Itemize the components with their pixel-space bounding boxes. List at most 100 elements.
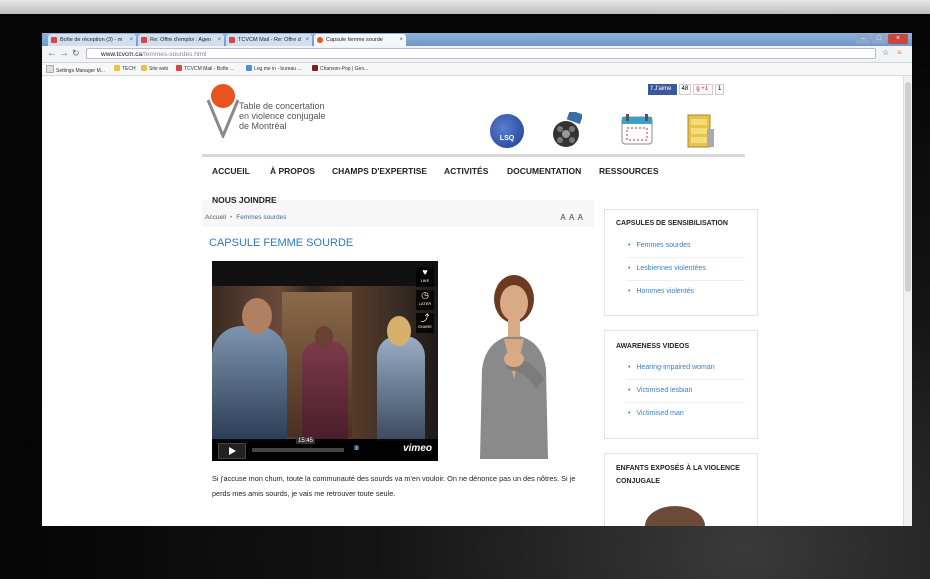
facebook-like-button[interactable]: f J'aime [648, 84, 677, 95]
lsq-label: LSQ [499, 135, 515, 142]
tab-inbox[interactable]: Boîte de réception (3) - m × [48, 34, 136, 46]
tab-capsule[interactable]: Capsule femme sourde × [314, 34, 406, 46]
close-icon[interactable]: × [217, 34, 221, 46]
p2-1 [302, 341, 348, 441]
bookmark-label: TECH [122, 66, 136, 72]
bookmark-site-web[interactable]: Site web [141, 65, 168, 73]
heart-icon: ♥ [422, 267, 428, 277]
like-video-button[interactable]: ♥ LIKE [416, 267, 434, 287]
share-video-button[interactable]: ⤴ SHARE [416, 313, 434, 333]
nav-item-a-propos[interactable]: À PROPOS [270, 166, 315, 176]
bookmark-tech[interactable]: TECH [114, 65, 136, 73]
address-bar[interactable]: www.tcvcm.ca/femmes-sourdes.html [86, 48, 876, 59]
sidebar-item-label: Hommes violentés [636, 288, 695, 295]
bookmark-label: Site web [149, 66, 169, 72]
scrollbar-thumb[interactable] [905, 82, 911, 292]
nav-item-ressources[interactable]: RESSOURCES [599, 166, 659, 176]
breadcrumb-home[interactable]: Accueil [205, 214, 226, 221]
forward-icon[interactable]: → [59, 48, 69, 59]
chanson-icon [312, 65, 318, 71]
sidebar-item-label: Lesbiennes violentées [636, 265, 706, 272]
vimeo-logo[interactable]: vimeo [403, 443, 432, 454]
head2-1 [315, 326, 333, 348]
video-progress-bar[interactable]: 15:45 [252, 438, 344, 452]
bookmark-label: Log me in - bureau ... [254, 66, 302, 72]
bookmark-settings[interactable]: Settings Manager M... [46, 65, 105, 75]
like-label: J'aime [654, 86, 672, 92]
tab-label: Capsule femme sourde [326, 37, 383, 43]
minimize-icon[interactable]: – [856, 34, 870, 44]
reload-icon[interactable]: ↻ [72, 48, 80, 59]
gplus-label: +1 [701, 86, 709, 92]
nav-item-documentation[interactable]: DOCUMENTATION [507, 166, 581, 176]
page-title: CAPSULE FEMME SOURDE [209, 237, 354, 249]
calendar-icon[interactable] [620, 112, 654, 146]
logo-text[interactable]: Table de concertation en violence conjug… [239, 101, 326, 131]
back-icon[interactable]: ← [47, 48, 57, 59]
sidebar-heading: ENFANTS EXPOSÉS À LA VIOLENCE CONJUGALE [616, 462, 740, 488]
tcvcm-logo-icon[interactable] [206, 82, 240, 138]
bookmark-logmein[interactable]: Log me in - bureau ... [246, 65, 302, 73]
film-reel-icon[interactable] [550, 112, 582, 150]
bullet-icon: • [628, 265, 631, 272]
breadcrumb-separator: • [229, 214, 233, 221]
logo-line: en violence conjugale [239, 111, 326, 121]
sidebar-heading: AWARENESS VIDEOS [616, 343, 690, 350]
sidebar-item-label: Victimised man [636, 410, 684, 417]
text-size-control[interactable]: A A A [560, 213, 584, 222]
sidebar-box-enfants: ENFANTS EXPOSÉS À LA VIOLENCE CONJUGALE [604, 453, 758, 526]
bookmark-tcvcm-mail[interactable]: TCVCM Mail - Boîte ... [176, 65, 234, 73]
sidebar-box-capsules: CAPSULES DE SENSIBILISATION • Femmes sour… [604, 209, 758, 316]
close-window-icon[interactable]: × [888, 34, 908, 44]
tab-tcvcm-mail[interactable]: TCVCM Mail - Re: Offre d × [226, 34, 312, 46]
video-player[interactable]: ♥ LIKE ◷ LATER ⤴ SHARE 15:45 IIIIII vimeo [212, 261, 438, 461]
gmail-icon [141, 37, 147, 43]
bookmark-label: TCVCM Mail - Boîte ... [184, 66, 235, 72]
video-time: 15:45 [296, 438, 316, 444]
star-icon[interactable]: ☆ [882, 48, 889, 57]
close-icon[interactable]: × [129, 34, 133, 46]
article: CAPSULE FEMME SOURDE ♥ LIKE ◷ LATER ⤴ SHARE [202, 227, 594, 526]
close-icon[interactable]: × [305, 34, 309, 46]
gplus-button[interactable]: g +1 [693, 84, 714, 95]
page-scrollbar[interactable] [903, 76, 912, 526]
sidebar-item-femmes-sourdes[interactable]: • Femmes sourdes [628, 242, 691, 249]
nav-divider [202, 154, 745, 157]
url-domain: www.tcvcm.ca [101, 51, 143, 58]
tab-label: Boîte de réception (3) - m [60, 37, 123, 43]
lsq-icon[interactable]: LSQ [490, 114, 524, 148]
play-button[interactable] [218, 443, 246, 459]
sidebar-box-awareness: AWARENESS VIDEOS • Hearing-impaired woman… [604, 330, 758, 439]
div-3 [627, 379, 745, 380]
div-4 [627, 402, 745, 403]
tab-label: Re: Offre d'emploi : Agen [150, 37, 212, 43]
sidebar-item-victimised-lesbian[interactable]: • Victimised lesbian [628, 387, 692, 394]
nav-item-champs-expertise[interactable]: CHAMPS D'EXPERTISE [332, 166, 427, 176]
tab-strip: Boîte de réception (3) - m × Re: Offre d… [42, 33, 912, 46]
article-paragraph: Si j'accuse mon chum, toute la communaut… [212, 474, 576, 498]
like-label: LIKE [420, 278, 430, 283]
gmail-icon [176, 65, 182, 71]
menu-icon[interactable]: ≡ [897, 48, 902, 57]
nav-item-activites[interactable]: ACTIVITÉS [444, 166, 488, 176]
bookmark-label: Chanson-Pop | Gen... [320, 66, 369, 72]
breadcrumb-current[interactable]: Femmes sourdes [236, 214, 286, 221]
sidebar-item-hommes[interactable]: • Hommes violentés [628, 288, 694, 295]
close-icon[interactable]: × [399, 34, 403, 46]
maximize-icon[interactable]: □ [872, 34, 886, 44]
logmein-icon [246, 65, 252, 71]
bullet-icon: • [628, 242, 631, 249]
url-path: /femmes-sourdes.html [142, 51, 207, 58]
heading-line: ENFANTS EXPOSÉS À LA VIOLENCE [616, 465, 740, 472]
watch-later-button[interactable]: ◷ LATER [416, 290, 434, 310]
tab-offre[interactable]: Re: Offre d'emploi : Agen × [138, 34, 224, 46]
nav-item-nous-joindre[interactable]: NOUS JOINDRE [212, 195, 277, 205]
sidebar-item-lesbiennes[interactable]: • Lesbiennes violentées [628, 265, 706, 272]
file-cabinet-icon[interactable] [685, 111, 717, 149]
sidebar-item-hearing-impaired[interactable]: • Hearing-impaired woman [628, 364, 715, 371]
bullet-icon: • [628, 364, 631, 371]
bookmark-chanson-pop[interactable]: Chanson-Pop | Gen... [312, 65, 368, 73]
volume-icon[interactable]: IIIIII [354, 446, 359, 452]
nav-item-accueil[interactable]: ACCUEIL [212, 166, 250, 176]
sidebar-item-victimised-man[interactable]: • Victimised man [628, 410, 684, 417]
